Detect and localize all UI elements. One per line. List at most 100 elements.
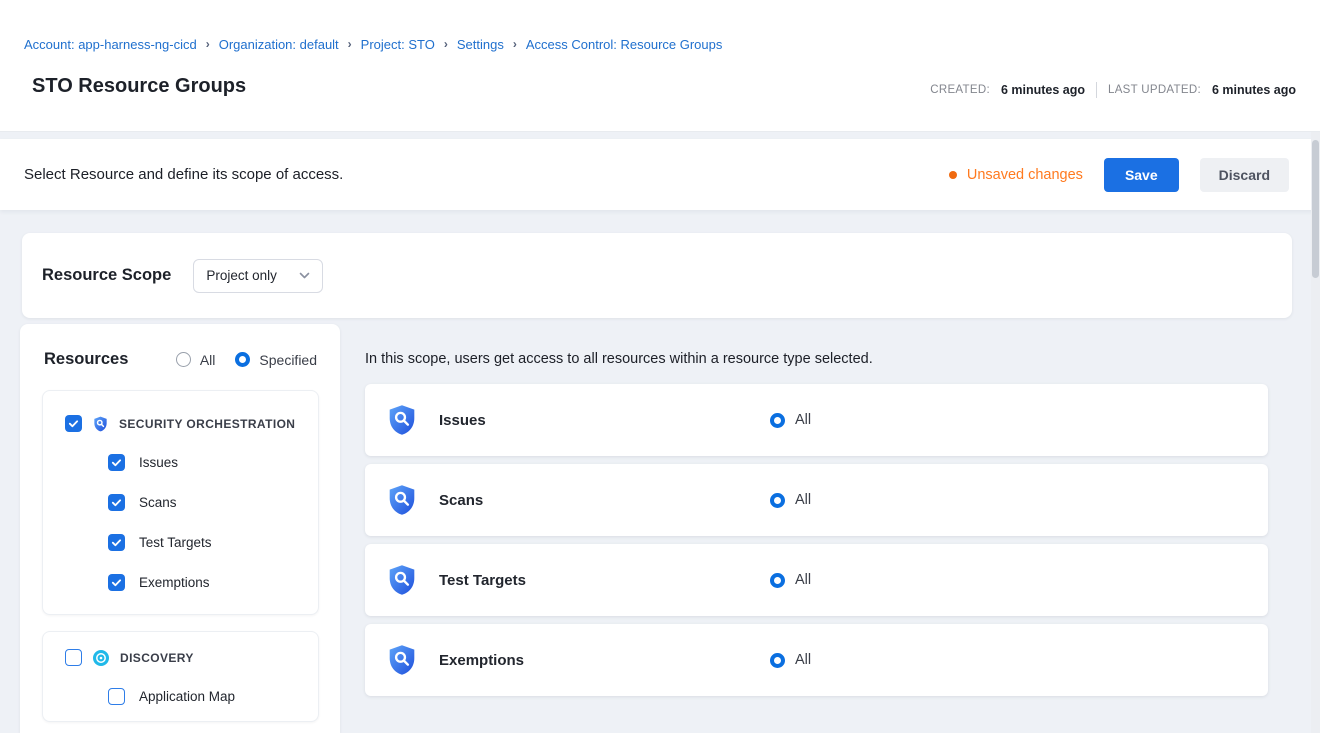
unsaved-changes-indicator: Unsaved changes (949, 167, 1083, 183)
radio-selected-icon[interactable] (770, 413, 785, 428)
page-header: Account: app-harness-ng-cicd › Organizat… (0, 0, 1320, 132)
save-button[interactable]: Save (1104, 158, 1179, 192)
resource-card-issues: Issues All (365, 384, 1268, 456)
resources-title: Resources (44, 350, 128, 369)
breadcrumb-separator-icon: › (513, 37, 517, 51)
resource-card-issues-title: Issues (439, 412, 486, 429)
unsaved-changes-label: Unsaved changes (967, 167, 1083, 183)
checkbox-scans[interactable] (108, 494, 125, 511)
resource-card-issues-access: All (770, 412, 811, 428)
resource-scope-selected-value: Project only (206, 268, 277, 283)
resource-scope-card: Resource Scope Project only (22, 233, 1292, 318)
checkbox-exemptions[interactable] (108, 574, 125, 591)
breadcrumb: Account: app-harness-ng-cicd › Organizat… (24, 37, 722, 52)
action-toolbar: Select Resource and define its scope of … (0, 139, 1320, 210)
scrollbar-track (1311, 132, 1320, 733)
resources-panel-header: Resources All Specified (20, 324, 340, 369)
sto-shield-icon (387, 484, 417, 516)
toolbar-actions: Unsaved changes Save Discard (949, 158, 1289, 192)
breadcrumb-item-settings[interactable]: Settings (457, 37, 504, 52)
meta-divider (1096, 82, 1097, 98)
resource-group-security-orchestration: SECURITY ORCHESTRATION Issues Scans (42, 390, 319, 615)
resource-card-test-targets-title: Test Targets (439, 572, 526, 589)
resource-card-scans-title: Scans (439, 492, 483, 509)
tree-item-application-map-label[interactable]: Application Map (139, 689, 235, 704)
page-title: STO Resource Groups (32, 75, 246, 98)
check-icon (111, 577, 122, 588)
breadcrumb-separator-icon: › (206, 37, 210, 51)
resource-card-exemptions-title: Exemptions (439, 652, 524, 669)
sto-shield-icon (387, 644, 417, 676)
checkbox-test-targets[interactable] (108, 534, 125, 551)
checkbox-application-map[interactable] (108, 688, 125, 705)
tree-item-test-targets: Test Targets (108, 534, 318, 551)
group-header-discovery: DISCOVERY (43, 632, 318, 666)
toolbar-description: Select Resource and define its scope of … (24, 166, 343, 183)
breadcrumb-item-access-control[interactable]: Access Control: Resource Groups (526, 37, 723, 52)
sto-shield-icon (93, 416, 108, 432)
checkbox-issues[interactable] (108, 454, 125, 471)
breadcrumb-separator-icon: › (348, 37, 352, 51)
radio-option-specified-label[interactable]: Specified (259, 352, 317, 368)
radio-option-all-label[interactable]: All (200, 352, 216, 368)
checkbox-security-orchestration[interactable] (65, 415, 82, 432)
resource-group-discovery: DISCOVERY Application Map (42, 631, 319, 722)
radio-selected-icon[interactable] (770, 493, 785, 508)
last-updated-value: 6 minutes ago (1212, 83, 1296, 97)
unsaved-dot-icon (949, 171, 957, 179)
resources-panel: Resources All Specified (20, 324, 340, 733)
resource-card-exemptions: Exemptions All (365, 624, 1268, 696)
access-all-label[interactable]: All (795, 572, 811, 588)
sto-shield-icon (387, 564, 417, 596)
resource-group-detail-page: Account: app-harness-ng-cicd › Organizat… (0, 0, 1320, 733)
radio-unselected-icon[interactable] (176, 352, 191, 367)
group-label-security-orchestration[interactable]: SECURITY ORCHESTRATION (119, 417, 295, 431)
sto-shield-icon (387, 404, 417, 436)
created-value: 6 minutes ago (1001, 83, 1085, 97)
checkbox-discovery[interactable] (65, 649, 82, 666)
resource-card-test-targets: Test Targets All (365, 544, 1268, 616)
scrollbar-thumb[interactable] (1312, 140, 1319, 278)
discard-button[interactable]: Discard (1200, 158, 1289, 192)
check-icon (68, 418, 79, 429)
radio-selected-icon[interactable] (770, 573, 785, 588)
tree-item-issues-label[interactable]: Issues (139, 455, 178, 470)
chevron-down-icon (299, 272, 310, 279)
tree-item-exemptions: Exemptions (108, 574, 318, 591)
tree-item-exemptions-label[interactable]: Exemptions (139, 575, 210, 590)
resource-cards-list: Issues All Scans All (365, 384, 1268, 696)
discovery-icon (93, 650, 109, 666)
resources-mode-radio-group: All Specified (176, 352, 317, 368)
access-all-label[interactable]: All (795, 412, 811, 428)
scope-description: In this scope, users get access to all r… (365, 351, 873, 367)
tree-item-application-map: Application Map (108, 688, 318, 705)
tree-item-scans-label[interactable]: Scans (139, 495, 177, 510)
radio-option-specified[interactable]: Specified (235, 352, 317, 368)
last-updated-label: LAST UPDATED: (1108, 84, 1201, 96)
resource-scope-label: Resource Scope (42, 266, 171, 285)
resource-card-scans: Scans All (365, 464, 1268, 536)
breadcrumb-item-organization[interactable]: Organization: default (219, 37, 339, 52)
check-icon (111, 537, 122, 548)
access-all-label[interactable]: All (795, 652, 811, 668)
tree-item-issues: Issues (108, 454, 318, 471)
group-label-discovery[interactable]: DISCOVERY (120, 651, 194, 665)
resource-scope-select[interactable]: Project only (193, 259, 323, 293)
breadcrumb-item-project[interactable]: Project: STO (361, 37, 435, 52)
radio-option-all[interactable]: All (176, 352, 216, 368)
resource-card-scans-access: All (770, 492, 811, 508)
access-all-label[interactable]: All (795, 492, 811, 508)
breadcrumb-item-account[interactable]: Account: app-harness-ng-cicd (24, 37, 197, 52)
radio-selected-icon[interactable] (770, 653, 785, 668)
check-icon (111, 457, 122, 468)
group-children-discovery: Application Map (108, 688, 318, 705)
tree-item-scans: Scans (108, 494, 318, 511)
tree-item-test-targets-label[interactable]: Test Targets (139, 535, 212, 550)
created-label: CREATED: (930, 84, 990, 96)
timestamps-meta: CREATED: 6 minutes ago LAST UPDATED: 6 m… (930, 82, 1296, 98)
check-icon (111, 497, 122, 508)
breadcrumb-separator-icon: › (444, 37, 448, 51)
group-children-security-orchestration: Issues Scans Test Targets (108, 454, 318, 591)
group-header-security-orchestration: SECURITY ORCHESTRATION (43, 391, 318, 432)
radio-selected-icon[interactable] (235, 352, 250, 367)
